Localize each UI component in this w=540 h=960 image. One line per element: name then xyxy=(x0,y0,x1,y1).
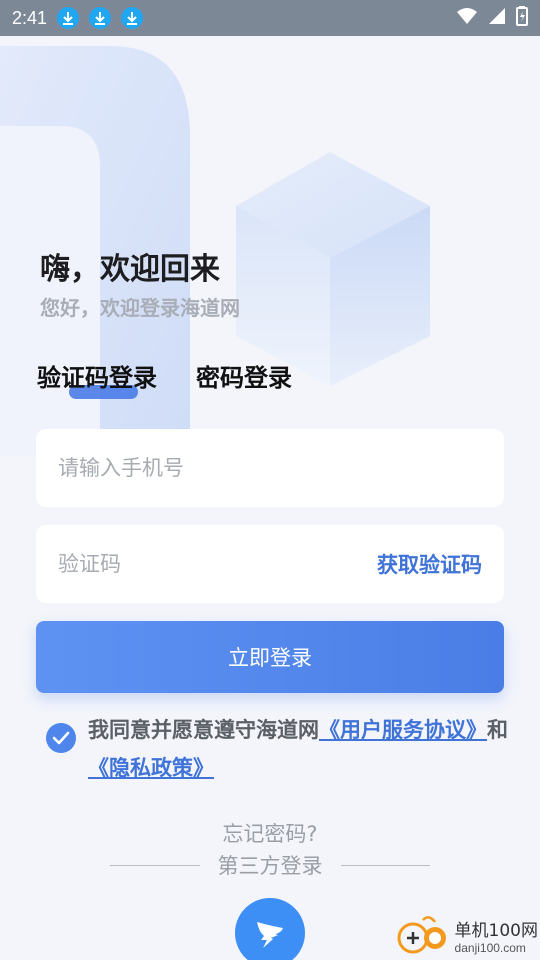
verification-code-input[interactable] xyxy=(58,552,377,576)
greeting-title: 嗨，欢迎回来 xyxy=(40,252,220,287)
greeting-subtitle: 您好，欢迎登录海道网 xyxy=(40,296,240,320)
third-party-label: 第三方登录 xyxy=(217,854,323,878)
agreement-checkbox[interactable] xyxy=(46,723,76,753)
terms-link[interactable]: 《用户服务协议》 xyxy=(319,718,487,742)
watermark: 单机100网 danji100.com xyxy=(395,912,538,958)
download-icon xyxy=(89,7,112,29)
login-button[interactable]: 立即登录 xyxy=(36,621,504,693)
phone-field xyxy=(36,429,504,507)
divider-line xyxy=(340,864,430,866)
get-code-button[interactable]: 获取验证码 xyxy=(377,549,482,579)
forgot-password-label[interactable]: 忘记密码? xyxy=(222,822,317,846)
signal-icon xyxy=(488,7,506,29)
dingtalk-icon xyxy=(257,922,283,948)
privacy-link[interactable]: 《隐私政策》 xyxy=(88,756,214,780)
status-bar: 2:41 xyxy=(0,0,540,36)
divider-line xyxy=(110,864,200,866)
third-party-divider: 第三方登录 xyxy=(110,850,430,880)
tab-password-login[interactable]: 密码登录 xyxy=(196,358,292,393)
tab-sms-login[interactable]: 验证码登录 xyxy=(37,358,157,393)
forgot-password-link[interactable]: 忘记密码? xyxy=(0,818,540,848)
agreement-prefix: 我同意并愿意遵守海道网 xyxy=(88,718,319,742)
wifi-icon xyxy=(456,7,478,29)
download-icon xyxy=(121,7,144,29)
download-icon xyxy=(57,7,80,29)
code-field: 获取验证码 xyxy=(36,525,504,603)
agreement-and: 和 xyxy=(487,718,508,742)
status-time: 2:41 xyxy=(12,7,48,28)
agreement-text: 我同意并愿意遵守海道网《用户服务协议》和《隐私政策》 xyxy=(88,711,508,787)
dingtalk-login-button[interactable] xyxy=(235,898,305,960)
phone-input[interactable] xyxy=(58,456,482,480)
battery-icon xyxy=(516,6,528,30)
watermark-url: danji100.com xyxy=(454,940,526,955)
danji-logo-icon xyxy=(397,916,446,954)
watermark-name: 单机100网 xyxy=(454,920,538,941)
check-icon xyxy=(52,731,70,745)
